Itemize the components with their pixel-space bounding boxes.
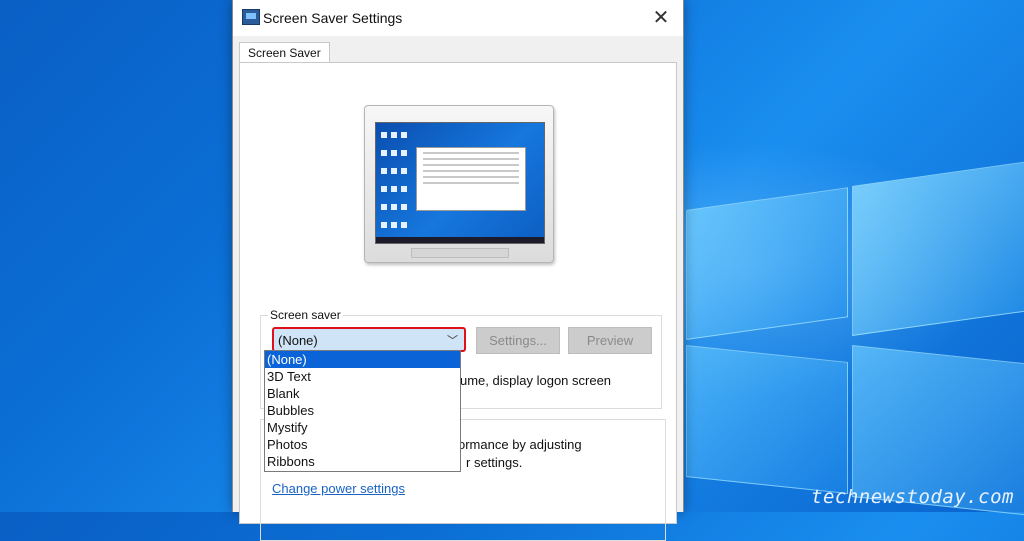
screen-saver-dropdown-list: (None) 3D Text Blank Bubbles Mystify Pho… xyxy=(264,350,461,472)
preview-taskbar xyxy=(376,237,544,243)
tab-strip: Screen Saver xyxy=(233,36,683,64)
windows-logo-pane xyxy=(686,345,848,495)
windows-logo-pane xyxy=(686,187,848,340)
logon-screen-text: ume, display logon screen xyxy=(460,373,612,388)
window-title: Screen Saver Settings xyxy=(263,10,403,26)
monitor-stand xyxy=(411,248,509,258)
dropdown-option-photos[interactable]: Photos xyxy=(265,436,460,453)
watermark: technewstoday.com xyxy=(811,486,1014,508)
desktop-icons xyxy=(379,126,415,243)
preview-screen xyxy=(375,122,545,244)
power-text-line-1: ormance by adjusting xyxy=(458,437,582,452)
screen-saver-select[interactable]: (None) ﹀ xyxy=(272,327,466,352)
power-text-line-2: r settings. xyxy=(466,455,523,470)
dropdown-option-bubbles[interactable]: Bubbles xyxy=(265,402,460,419)
preview-mini-window xyxy=(416,147,526,211)
preview-button[interactable]: Preview xyxy=(568,327,652,354)
close-icon[interactable]: ✕ xyxy=(649,6,673,30)
title-bar: Screen Saver Settings ✕ xyxy=(233,0,683,36)
screen-saver-group-label: Screen saver xyxy=(268,308,343,322)
dropdown-option-none[interactable]: (None) xyxy=(265,351,460,368)
settings-button[interactable]: Settings... xyxy=(476,327,560,354)
windows-logo-pane xyxy=(852,161,1024,336)
tab-screen-saver[interactable]: Screen Saver xyxy=(239,42,330,64)
dropdown-option-3d-text[interactable]: 3D Text xyxy=(265,368,460,385)
change-power-settings-link[interactable]: Change power settings xyxy=(272,481,405,496)
screen-saver-selected-value: (None) xyxy=(278,333,318,348)
screen-saver-app-icon xyxy=(242,9,260,25)
chevron-down-icon: ﹀ xyxy=(447,335,458,347)
dropdown-option-blank[interactable]: Blank xyxy=(265,385,460,402)
monitor-preview xyxy=(364,105,554,263)
dropdown-option-ribbons[interactable]: Ribbons xyxy=(265,453,460,470)
dropdown-option-mystify[interactable]: Mystify xyxy=(265,419,460,436)
